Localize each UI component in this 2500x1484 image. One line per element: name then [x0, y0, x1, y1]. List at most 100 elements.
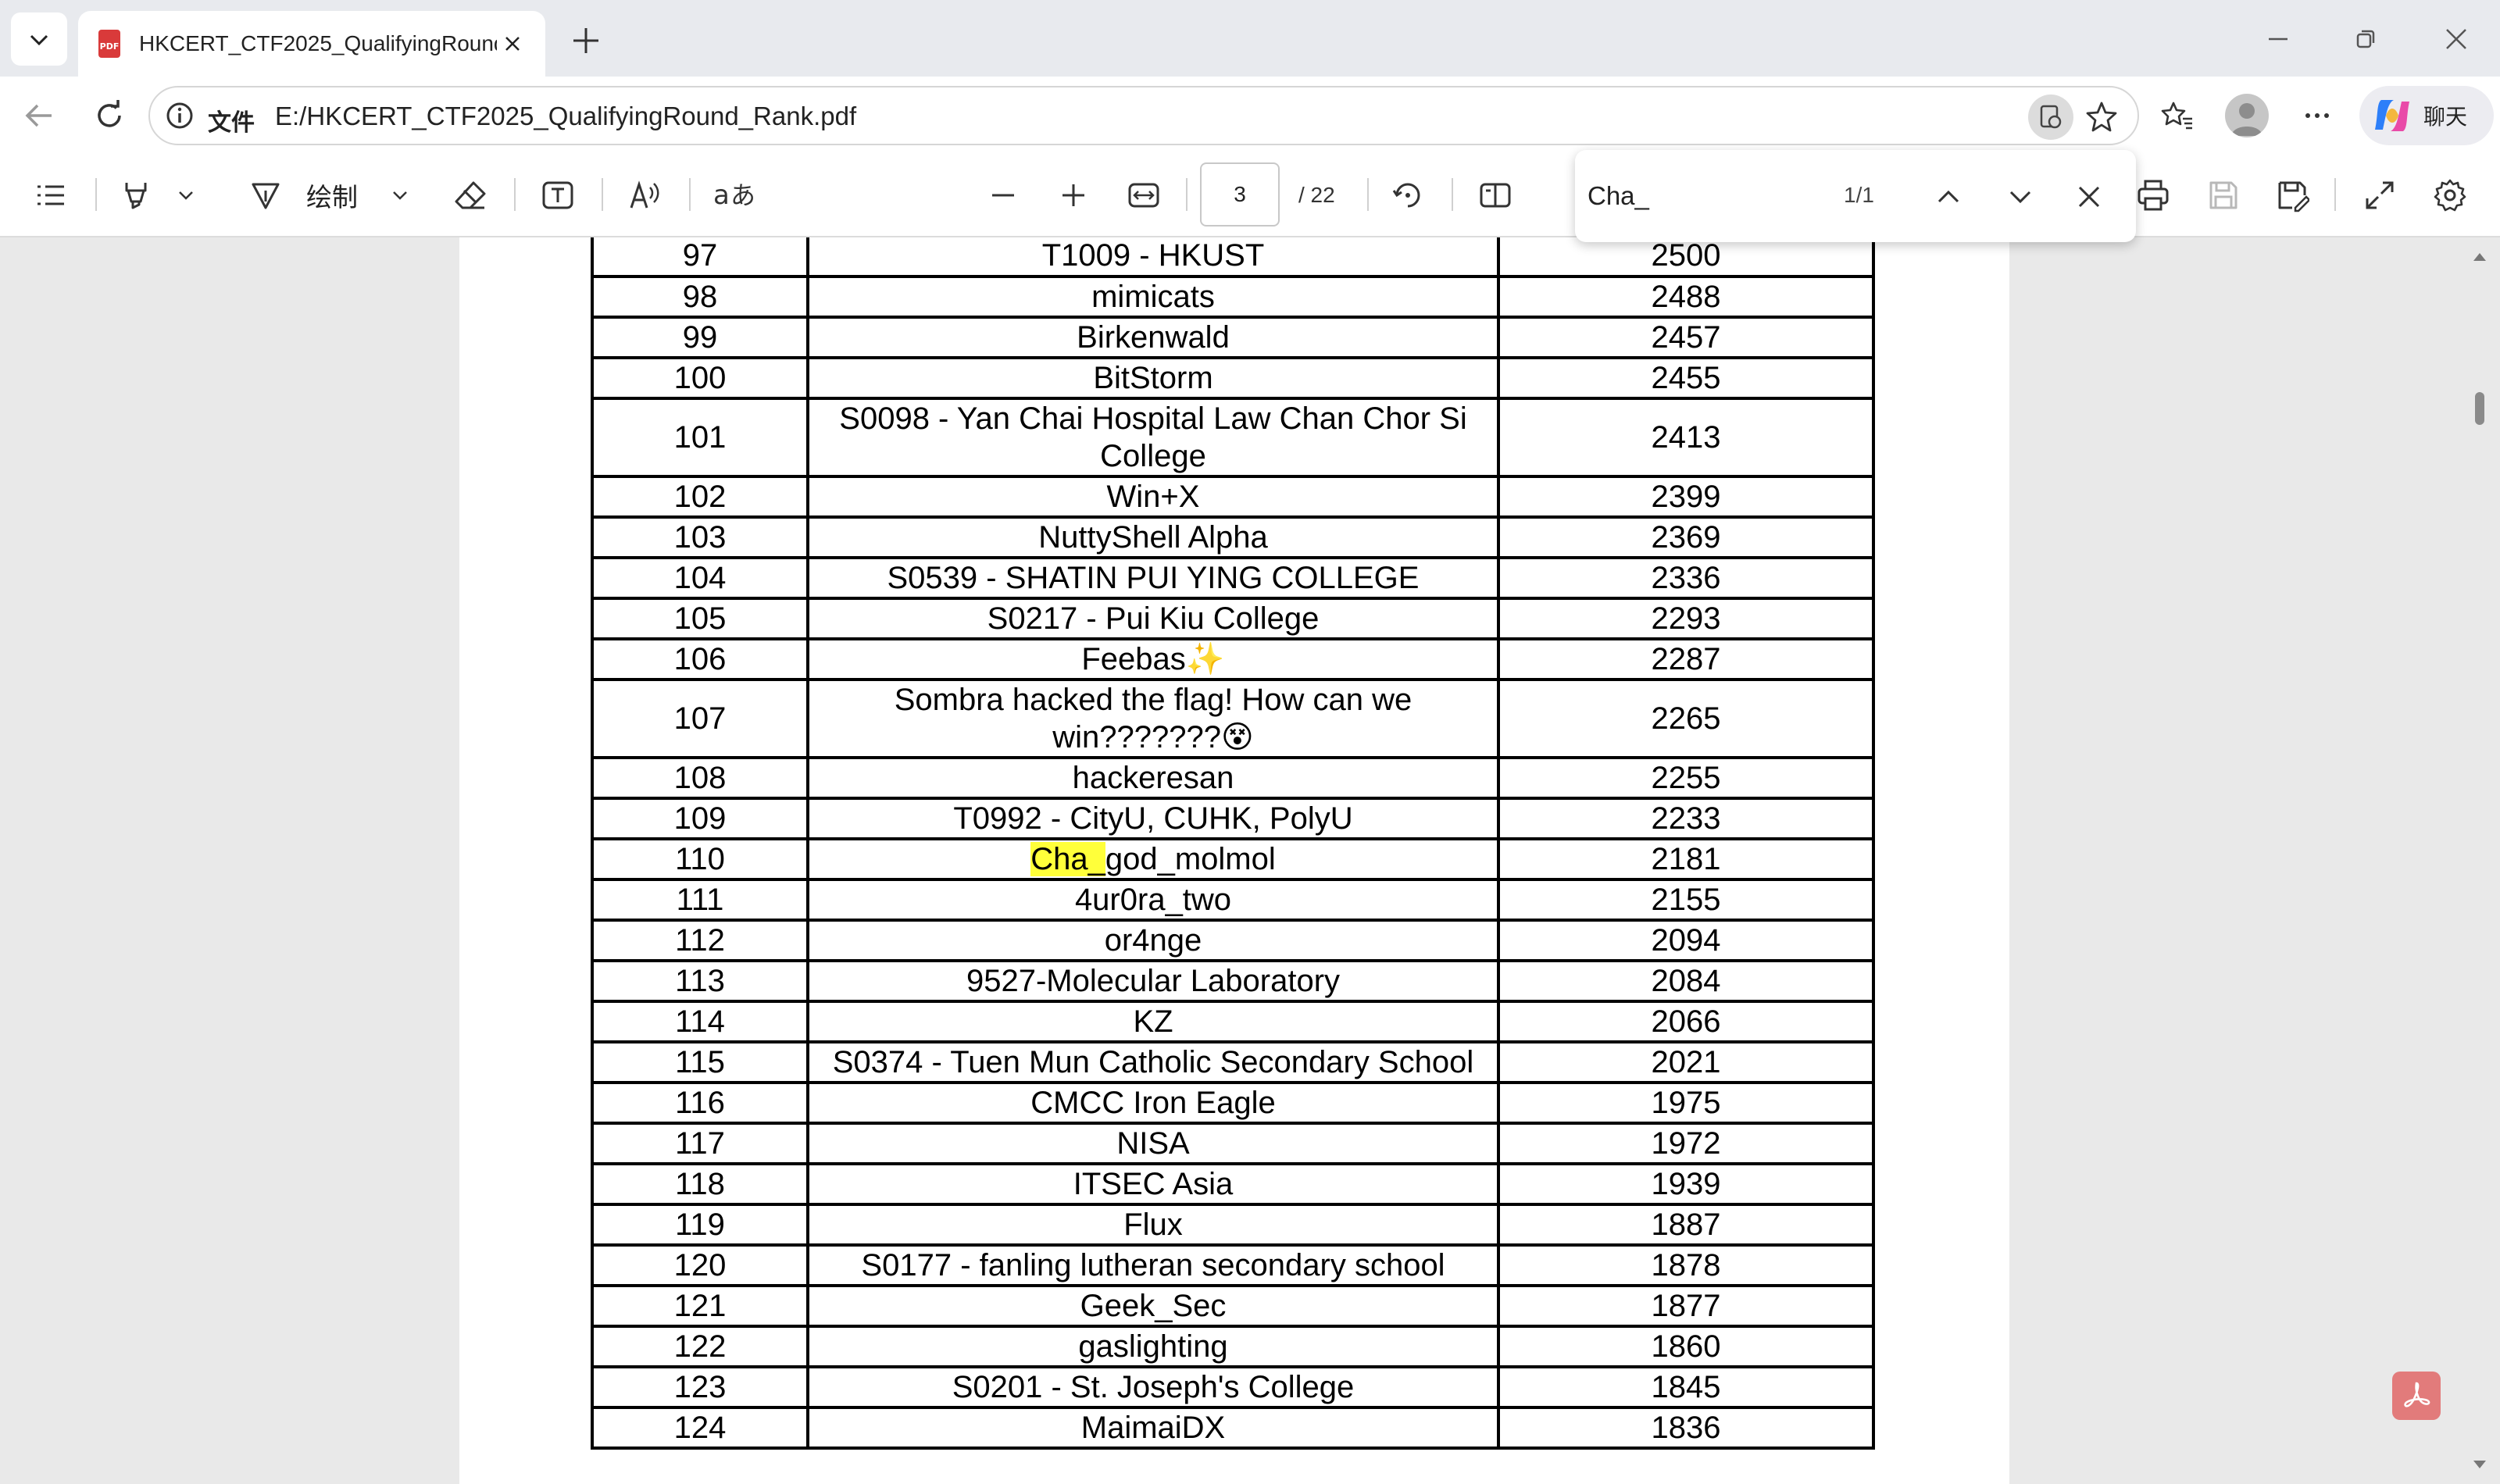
save-icon — [2209, 181, 2238, 209]
table-row: 108 hackeresan 2255 — [591, 756, 1875, 800]
cell-team: S0177 - fanling lutheran secondary schoo… — [806, 1243, 1500, 1287]
favorites-button[interactable] — [2152, 92, 2202, 139]
table-row: 116 CMCC Iron Eagle 1975 — [591, 1081, 1875, 1125]
tab-strip: PDF HKCERT_CTF2025_QualifyingRound_Rank.… — [0, 0, 2500, 77]
cell-score: 2336 — [1497, 556, 1875, 600]
find-previous-button[interactable] — [1928, 177, 1969, 217]
cell-score: 2293 — [1497, 597, 1875, 640]
cell-team: NuttyShell Alpha — [806, 515, 1500, 559]
table-row: 120 S0177 - fanling lutheran secondary sc… — [591, 1243, 1875, 1287]
read-aloud-icon — [2040, 105, 2062, 129]
restore-button[interactable] — [2334, 16, 2397, 62]
cell-rank: 104 — [591, 556, 809, 600]
cell-score: 1860 — [1497, 1325, 1875, 1368]
cell-rank: 115 — [591, 1040, 809, 1084]
cell-rank: 98 — [591, 275, 809, 319]
cell-team: S0217 - Pui Kiu College — [806, 597, 1500, 640]
table-row: 112 or4nge 2094 — [591, 919, 1875, 962]
cell-rank: 105 — [591, 597, 809, 640]
text-icon — [542, 181, 573, 209]
restore-icon — [2356, 30, 2375, 48]
read-aloud-text-button[interactable] — [623, 173, 667, 217]
navigation-bar: 文件 E:/HKCERT_CTF2025_QualifyingRound_Ran… — [0, 77, 2500, 155]
table-row: 105 S0217 - Pui Kiu College 2293 — [591, 597, 1875, 640]
fit-width-icon — [1128, 183, 1159, 208]
tab-close-button[interactable] — [497, 28, 528, 59]
window-close-button[interactable] — [2425, 16, 2488, 62]
vertical-scrollbar[interactable] — [2459, 237, 2500, 1484]
table-row: 100 BitStorm 2455 — [591, 356, 1875, 400]
highlight-icon — [125, 183, 147, 209]
cell-team: CMCC Iron Eagle — [806, 1081, 1500, 1125]
draw-button[interactable] — [244, 173, 288, 217]
tab-list-button[interactable] — [11, 12, 67, 66]
table-row: 118 ITSEC Asia 1939 — [591, 1162, 1875, 1206]
cell-score: 1836 — [1497, 1406, 1875, 1450]
highlight-options-dropdown[interactable] — [172, 173, 200, 217]
add-favorite-button[interactable] — [2080, 95, 2123, 139]
read-aloud-button[interactable] — [2028, 95, 2073, 140]
draw-options-dropdown[interactable] — [386, 173, 414, 217]
highlight-button[interactable] — [114, 173, 158, 217]
fullscreen-button[interactable] — [2358, 173, 2402, 217]
active-tab[interactable]: PDF HKCERT_CTF2025_QualifyingRound_Rank.… — [78, 11, 545, 77]
info-icon[interactable] — [164, 100, 195, 131]
cell-score: 1878 — [1497, 1243, 1875, 1287]
cell-score: 2066 — [1497, 1000, 1875, 1043]
table-row: 107 Sombra hacked the flag! How can we wi… — [591, 678, 1875, 759]
find-next-button[interactable] — [2000, 177, 2041, 217]
table-row: 101 S0098 - Yan Chai Hospital Law Chan Ch… — [591, 397, 1875, 478]
svg-text:あ: あ — [730, 180, 754, 210]
cell-score: 2233 — [1497, 797, 1875, 840]
cell-score: 1845 — [1497, 1365, 1875, 1409]
profile-avatar[interactable] — [2225, 94, 2269, 137]
print-button[interactable] — [2131, 173, 2175, 217]
cell-score: 2021 — [1497, 1040, 1875, 1084]
find-close-button[interactable] — [2069, 177, 2109, 217]
eraser-button[interactable] — [448, 173, 492, 217]
new-tab-button[interactable] — [562, 19, 609, 62]
settings-button[interactable] — [2428, 173, 2472, 217]
refresh-button[interactable] — [84, 92, 134, 139]
cell-team: 9527-Molecular Laboratory — [806, 959, 1500, 1003]
cell-rank: 97 — [591, 237, 809, 278]
draw-label[interactable]: 绘制 — [306, 173, 358, 217]
cell-score: 1972 — [1497, 1122, 1875, 1165]
page-view-button[interactable] — [1473, 173, 1517, 217]
zoom-out-icon — [992, 194, 1014, 197]
cell-rank: 107 — [591, 678, 809, 759]
chevron-down-icon — [393, 191, 407, 200]
zoom-in-button[interactable] — [1052, 173, 1095, 217]
cell-rank: 109 — [591, 797, 809, 840]
table-row: 114 KZ 2066 — [591, 1000, 1875, 1043]
cell-rank: 112 — [591, 919, 809, 962]
cell-team: Win+X — [806, 475, 1500, 519]
cell-rank: 120 — [591, 1243, 809, 1287]
copilot-label: 聊天 — [2423, 105, 2468, 129]
table-row: 97 T1009 - HKUST 2500 — [591, 237, 1875, 278]
add-text-button[interactable] — [536, 173, 580, 217]
minimize-button[interactable] — [2247, 16, 2309, 62]
acrobat-button[interactable] — [2392, 1372, 2441, 1420]
cell-score: 2500 — [1497, 237, 1875, 278]
zoom-out-button[interactable] — [981, 173, 1025, 217]
read-aloud-text-icon — [630, 180, 659, 209]
page-number-input[interactable]: 3 — [1200, 162, 1280, 227]
save-button[interactable] — [2202, 173, 2245, 217]
cell-score: 2265 — [1497, 678, 1875, 759]
pdf-viewport[interactable]: 97 T1009 - HKUST 2500 98 mimicats 2488 99 Birke… — [0, 237, 2500, 1484]
back-button[interactable] — [14, 92, 64, 139]
copilot-chat-button[interactable]: 聊天 — [2359, 86, 2494, 145]
table-row: 106 Feebas✨ 2287 — [591, 637, 1875, 681]
save-as-button[interactable] — [2270, 173, 2314, 217]
rotate-button[interactable] — [1386, 173, 1430, 217]
translate-button[interactable]: aあ — [709, 173, 756, 217]
table-row: 102 Win+X 2399 — [591, 475, 1875, 519]
find-input[interactable]: Cha_ — [1588, 181, 1649, 211]
address-url[interactable]: E:/HKCERT_CTF2025_QualifyingRound_Rank.p… — [275, 102, 856, 131]
fit-to-width-button[interactable] — [1122, 173, 1166, 217]
address-bar[interactable]: 文件 E:/HKCERT_CTF2025_QualifyingRound_Ran… — [148, 86, 2139, 145]
more-button[interactable] — [2292, 92, 2342, 139]
contents-button[interactable] — [28, 173, 72, 217]
acrobat-icon — [2404, 1382, 2430, 1407]
